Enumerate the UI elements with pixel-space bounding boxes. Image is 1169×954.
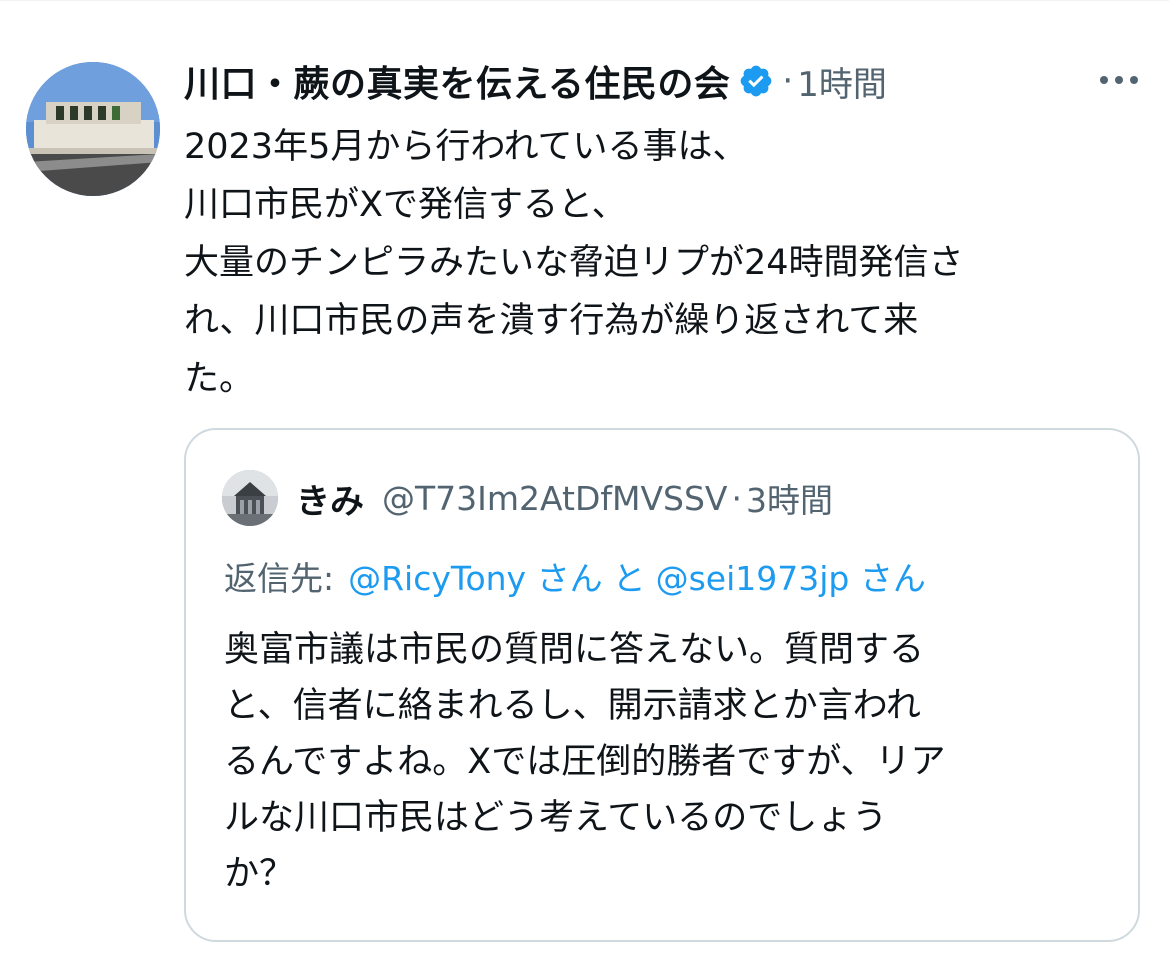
mention-link[interactable]: @sei1973jp さん [656,552,926,600]
separator-dot: · [731,478,743,518]
quoted-timestamp[interactable]: 3時間 [746,474,833,522]
tweet[interactable]: 川口・蕨の真実を伝える住民の会 · 1時間 2023年5月から行われている事は、… [0,0,1169,954]
quoted-tweet[interactable]: きみ @T73Im2AtDfMVSSV · 3時間 返信先: @RicyTony… [184,428,1140,942]
quoted-handle[interactable]: @T73Im2AtDfMVSSV [382,479,728,518]
verified-badge-icon [738,63,774,99]
separator-dot: · [782,61,794,101]
reply-to: 返信先: @RicyTony さん と @sei1973jp さん [224,548,926,604]
quoted-text-line: るんですよね。Xでは圧倒的勝者ですが、リア [224,742,946,782]
tweet-text-line: 2023年5月から行われている事は、 [184,127,748,167]
tweet-text-line: 大量のチンピラみたいな脅迫リプが24時間発信さ [184,243,964,283]
display-name[interactable]: 川口・蕨の真実を伝える住民の会 [184,55,730,107]
quoted-header: きみ @T73Im2AtDfMVSSV · 3時間 [296,470,833,526]
mention-link[interactable]: @RicyTony さん [348,552,602,600]
tweet-text-line: 川口市民がXで発信すると、 [184,185,627,225]
divider [0,0,1169,6]
reply-joiner: と [612,559,646,598]
quoted-text: 奥富市議は市民の質問に答えない。質問する と、信者に絡まれるし、開示請求とか言わ… [224,622,1114,902]
tweet-text-line: れ、川口市民の声を潰す行為が繰り返されて来 [184,301,919,341]
avatar[interactable] [26,62,160,196]
quoted-text-line: か？ [224,854,295,894]
tweet-text-line: た。 [184,359,255,399]
quoted-text-line: と、信者に絡まれるし、開示請求とか言われ [224,686,921,726]
quoted-text-line: ルな川口市民はどう考えているのでしょう [224,798,888,838]
quoted-display-name[interactable]: きみ [296,474,364,523]
more-options-icon[interactable] [1098,70,1140,90]
tweet-text: 2023年5月から行われている事は、 川口市民がXで発信すると、 大量のチンピラ… [184,118,1144,408]
quoted-avatar[interactable] [222,470,278,526]
timestamp[interactable]: 1時間 [797,57,887,106]
tweet-header: 川口・蕨の真実を伝える住民の会 · 1時間 [184,56,887,106]
reply-to-label: 返信先: [224,559,335,598]
quoted-text-line: 奥富市議は市民の質問に答えない。質問する [224,630,925,670]
